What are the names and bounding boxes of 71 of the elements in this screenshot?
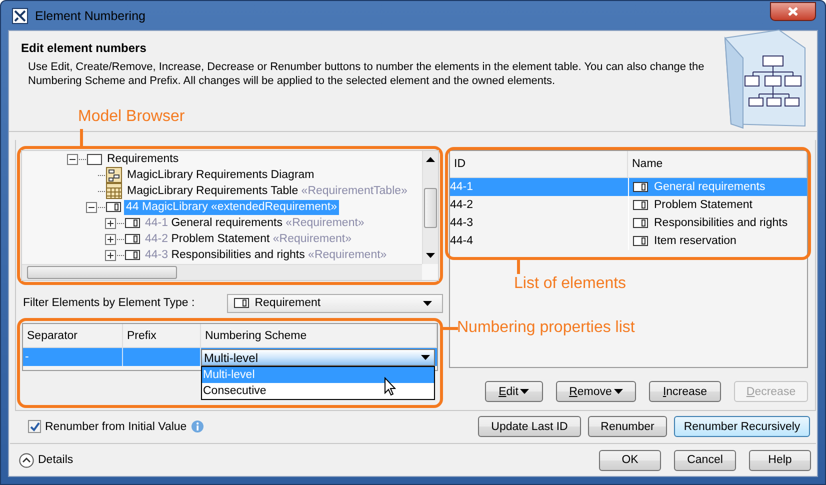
- column-header[interactable]: Separator: [23, 324, 123, 348]
- callout-label: Numbering properties list: [457, 319, 635, 337]
- element-type-dropdown[interactable]: Requirement: [226, 294, 443, 312]
- requirement-icon: [633, 218, 648, 228]
- requirement-icon: [633, 236, 648, 246]
- header-title: Edit element numbers: [21, 41, 148, 55]
- table-row[interactable]: 44-2 Problem Statement: [450, 196, 807, 214]
- table-cell: Responsibilities and rights: [628, 214, 807, 232]
- column-header[interactable]: ID: [450, 151, 628, 178]
- tree-item[interactable]: MagicLibrary Requirements Diagram: [125, 168, 316, 182]
- tree-item[interactable]: 44-2 Problem Statement «Requirement»: [143, 232, 354, 246]
- tree-item[interactable]: MagicLibrary Requirements Table «RequirementTable»: [125, 184, 410, 198]
- edit-button[interactable]: Edit: [485, 381, 543, 402]
- requirement-icon: [125, 218, 140, 228]
- table-cell-text: 44-2: [450, 198, 474, 213]
- scroll-up-icon: [426, 157, 435, 162]
- details-toggle[interactable]: Details: [19, 452, 74, 468]
- action-button[interactable]: Renumber: [588, 416, 667, 438]
- column-header[interactable]: Prefix: [123, 324, 201, 348]
- edit-button[interactable]: Increase: [649, 381, 721, 402]
- column-header[interactable]: Numbering Scheme: [201, 324, 437, 348]
- callout-label: List of elements: [514, 275, 626, 293]
- column-header[interactable]: Name: [628, 151, 807, 178]
- caret-icon: [423, 300, 432, 306]
- dialog-button[interactable]: Help: [749, 450, 811, 470]
- table-cell: Item reservation: [628, 232, 807, 250]
- collapse-icon: [19, 452, 34, 468]
- expand-toggle-icon[interactable]: [105, 218, 116, 228]
- folder-icon: [87, 154, 102, 164]
- expand-toggle-icon[interactable]: [105, 234, 116, 244]
- horizontal-scrollbar[interactable]: [22, 264, 422, 280]
- checkmark-icon: [30, 422, 40, 432]
- table-cell-text: 44-1: [450, 180, 474, 195]
- filter-label: Filter Elements by Element Type :: [23, 297, 195, 309]
- requirement-icon: [106, 202, 121, 212]
- window-title: Element Numbering: [35, 8, 146, 22]
- edit-button[interactable]: Remove: [556, 381, 636, 402]
- action-button[interactable]: Update Last ID: [478, 416, 581, 438]
- table-cell-text: 44-4: [450, 234, 474, 249]
- dialog-button[interactable]: Cancel: [674, 450, 736, 470]
- table-cell: General requirements: [628, 178, 807, 196]
- collapse-toggle-icon[interactable]: [67, 154, 78, 164]
- dialog-button[interactable]: OK: [599, 450, 661, 470]
- vertical-scrollbar[interactable]: [422, 151, 438, 264]
- expand-toggle-icon[interactable]: [105, 250, 116, 260]
- diagram-icon: [106, 167, 122, 183]
- action-button[interactable]: Renumber Recursively: [674, 416, 810, 438]
- renumber-checkbox[interactable]: Renumber from Initial Value: [28, 420, 204, 434]
- table-icon: [106, 183, 122, 199]
- collapse-toggle-icon[interactable]: [86, 202, 97, 212]
- cursor-icon: [384, 377, 396, 396]
- requirement-icon: [633, 182, 648, 192]
- app-icon: [12, 8, 28, 24]
- header-description: Use Edit, Create/Remove, Increase, Decrease or Renumber buttons to number the elements in the element table. You can also change the Numbering Scheme and Prefix. All changes will be applied to the selected element and the owned elements.: [27, 60, 706, 88]
- caret-icon: [426, 253, 435, 258]
- table-cell: -: [23, 348, 123, 366]
- tree-item[interactable]: 44-3 Responsibilities and rights «Requirement»: [143, 248, 389, 262]
- table-row[interactable]: 44-4 Item reservation: [450, 232, 807, 250]
- requirement-icon: [633, 200, 648, 210]
- tree-item[interactable]: 44-1 General requirements «Requirement»: [143, 216, 366, 230]
- requirement-icon: [125, 234, 140, 244]
- requirement-icon: [125, 250, 140, 260]
- table-row[interactable]: 44-3 Responsibilities and rights: [450, 214, 807, 232]
- table-cell: Problem Statement: [628, 196, 807, 214]
- callout-label: Model Browser: [78, 108, 185, 126]
- close-icon: [788, 7, 798, 16]
- tree-item[interactable]: Requirements: [105, 152, 181, 166]
- table-cell-text: 44-3: [450, 216, 474, 231]
- caret-icon: [421, 355, 430, 360]
- requirement-icon: [234, 298, 249, 308]
- close-button[interactable]: [770, 2, 816, 21]
